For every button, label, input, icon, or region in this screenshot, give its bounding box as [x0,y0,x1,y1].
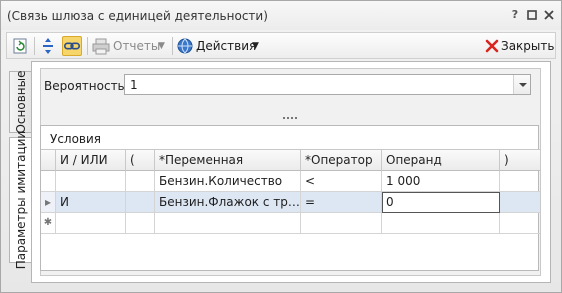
new-row-icon: ✱ [41,213,56,234]
conditions-caption: Условия [50,132,102,146]
cell-operand[interactable] [382,213,500,234]
link-toolbar-button[interactable] [62,36,82,56]
chevron-down-icon[interactable] [513,75,530,94]
row-indicator-current[interactable]: ▸ [41,192,56,213]
cell-lparen[interactable] [126,213,155,234]
row-indicator[interactable] [41,171,56,192]
column-header-rparen[interactable]: ) [500,150,540,171]
cell-andor[interactable] [56,213,126,234]
help-button[interactable]: ? [507,7,523,23]
reports-icon-wrap[interactable] [91,36,111,56]
expand-toolbar-button[interactable] [38,36,58,56]
close-red-icon [485,39,499,53]
restore-icon [527,10,537,20]
header-indicator [41,150,56,171]
cell-lparen[interactable] [126,171,155,192]
probability-value: 1 [130,78,138,92]
tab-simulation-params[interactable]: Параметры имитации [9,131,31,269]
cell-operator[interactable]: = [301,192,382,213]
actions-icon-wrap[interactable] [175,36,195,56]
save-toolbar-button[interactable] [10,36,30,56]
actions-chevron-down-icon: ▼ [252,41,259,51]
column-header-variable[interactable]: *Переменная [155,150,301,171]
cell-variable[interactable]: Бензин.Количество [155,171,301,192]
operand-editor[interactable]: 0 [382,192,500,213]
title-bar: (Связь шлюза с единицей деятельности) ? [1,1,561,30]
printer-icon [92,38,110,55]
reports-menu[interactable]: Отчеты [113,39,160,53]
cell-lparen[interactable] [126,192,155,213]
window-title: (Связь шлюза с единицей деятельности) [7,9,268,23]
link-icon [63,42,81,50]
cell-operand[interactable]: 1 000 [382,171,500,192]
actions-menu[interactable]: Действия [196,39,256,53]
document-refresh-icon [13,38,27,54]
cell-variable[interactable]: Бензин.Флажок с требо... [155,192,301,213]
grid-header-row: И / ИЛИ ( *Переменная *Оператор Операнд … [41,150,540,171]
column-header-operand[interactable]: Операнд [382,150,500,171]
tab-main[interactable]: Основные [9,70,31,134]
column-header-andor[interactable]: И / ИЛИ [56,150,126,171]
cell-andor[interactable]: И [56,192,126,213]
cell-rparen[interactable] [500,213,540,234]
column-header-operator[interactable]: *Оператор [301,150,382,171]
toolbar: Отчеты ▼ Действия ▼ Закрыть [6,32,556,59]
tab-simulation-params-label: Параметры имитации [13,130,28,270]
splitter-handle[interactable] [283,117,299,120]
table-row[interactable]: ▸ И Бензин.Флажок с требо... = 0 [41,192,540,213]
restore-button[interactable] [524,7,540,23]
close-icon [544,10,554,20]
globe-icon [177,38,193,54]
close-window-button[interactable] [541,7,557,23]
cell-rparen[interactable] [500,171,540,192]
column-header-lparen[interactable]: ( [126,150,155,171]
new-row[interactable]: ✱ [41,213,540,234]
cell-rparen[interactable] [500,192,540,213]
cell-variable[interactable] [155,213,301,234]
cell-operator[interactable] [301,213,382,234]
conditions-group: Условия И / ИЛИ ( *Переменная *Оператор … [40,125,540,271]
probability-label: Вероятность: [44,79,129,93]
cell-operator[interactable]: < [301,171,382,192]
reports-chevron-down-icon: ▼ [158,41,165,51]
close-red-icon-wrap[interactable] [482,36,502,56]
tab-main-label: Основные [13,70,28,134]
probability-combobox[interactable]: 1 [124,74,531,95]
cell-andor[interactable] [56,171,126,192]
dialog-window: (Связь шлюза с единицей деятельности) ? [0,0,562,293]
expand-vertical-icon [43,38,53,54]
table-row[interactable]: Бензин.Количество < 1 000 [41,171,540,192]
conditions-grid: И / ИЛИ ( *Переменная *Оператор Операнд … [41,149,540,271]
close-button[interactable]: Закрыть [501,39,554,53]
